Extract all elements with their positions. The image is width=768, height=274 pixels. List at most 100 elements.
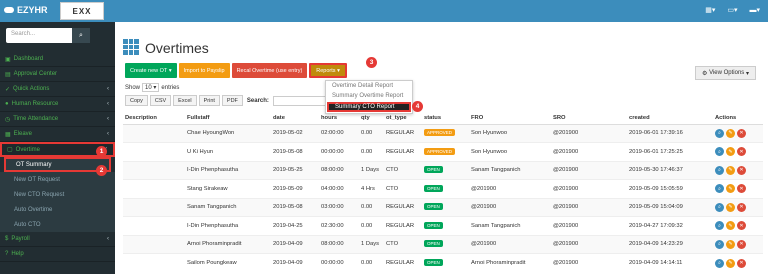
delete-icon[interactable]: ✕ (737, 202, 746, 212)
edit-icon[interactable]: ✎ (726, 165, 735, 175)
delete-icon[interactable]: ✕ (737, 239, 746, 249)
chevron-left-icon: ‹ (107, 101, 109, 107)
brand[interactable]: EZYHR (4, 5, 48, 15)
overtime-detail-report-item[interactable]: Overtime Detail Report (326, 81, 412, 91)
sidebar-item-help[interactable]: ? Help (0, 247, 115, 262)
cell-date: 2019-05-09 (271, 179, 319, 198)
edit-icon[interactable]: ✎ (726, 239, 735, 249)
cell-qty: 0.00 (359, 123, 384, 143)
view-icon[interactable]: ⌕ (715, 165, 724, 175)
sidebar-item-approval-center[interactable]: ▤ Approval Center (0, 67, 115, 82)
table-row: Sanam Tangpanich 2019-05-08 03:00:00 0.00 RE… (123, 197, 763, 217)
edit-icon[interactable]: ✎ (726, 202, 735, 212)
bolt-icon: ✓ (5, 86, 11, 93)
cell-ot-type: REGULAR (384, 216, 422, 235)
view-icon[interactable]: ⌕ (715, 221, 724, 231)
table-search-input[interactable] (272, 95, 333, 106)
copy-button[interactable]: Copy (125, 95, 148, 106)
sidebar-item-dashboard[interactable]: ▣ Dashboard (0, 52, 115, 67)
import-to-payslip-button[interactable]: Import to Payslip (178, 63, 230, 78)
sidebar-item-label: Overtime (15, 146, 41, 153)
sidebar-item-quick-actions[interactable]: ✓ Quick Actions ‹ (0, 82, 115, 97)
cell-sro: @201900 (551, 253, 627, 272)
cell-fro: Son Hyunwoo (469, 123, 551, 143)
pdf-button[interactable]: PDF (221, 95, 243, 106)
sidebar-item-time-attendance[interactable]: ◷ Time Attendance ‹ (0, 112, 115, 127)
cell-status: OPEN (422, 216, 469, 235)
csv-button[interactable]: CSV (149, 95, 172, 106)
cell-date: 2019-05-02 (271, 123, 319, 143)
sidebar-item-eleave[interactable]: ▦ Eleave ‹ (0, 127, 115, 142)
column-header[interactable]: Description (123, 112, 185, 125)
column-header[interactable]: created (627, 112, 713, 125)
summary-overtime-report-item[interactable]: Summary Overtime Report (326, 91, 412, 101)
view-icon[interactable]: ⌕ (715, 239, 724, 249)
cell-hours: 08:00:00 (319, 160, 359, 180)
edit-icon[interactable]: ✎ (726, 147, 735, 157)
check-icon: ▤ (5, 71, 11, 78)
delete-icon[interactable]: ✕ (737, 128, 746, 138)
chevron-left-icon: ‹ (107, 116, 109, 122)
sidebar-subitem-auto-cto[interactable]: Auto CTO (0, 217, 115, 232)
sidebar-subitem-ot-summary[interactable]: OT Summary (4, 157, 111, 172)
column-header[interactable]: qty (359, 112, 384, 125)
column-header[interactable]: status (422, 112, 469, 125)
sidebar-item-human-resource[interactable]: ● Human Resource ‹ (0, 97, 115, 112)
recal-overtime-button[interactable]: Recal Overtime (use entry) (231, 63, 308, 78)
edit-icon[interactable]: ✎ (726, 221, 735, 231)
delete-icon[interactable]: ✕ (737, 147, 746, 157)
view-options-button[interactable]: ⚙ View Options ▾ (695, 66, 756, 80)
sidebar-subitem-auto-overtime[interactable]: Auto Overtime (0, 202, 115, 217)
view-icon[interactable]: ⌕ (715, 147, 724, 157)
reports-button[interactable]: Reports ▾ (309, 63, 347, 78)
summary-cto-report-item[interactable]: Summary CTO Report (327, 102, 411, 112)
column-header[interactable]: Fullstaff (185, 112, 271, 125)
overtime-icon: ▢ (7, 147, 13, 153)
cell-date: 2019-05-08 (271, 142, 319, 161)
search-icon[interactable]: ⌕ (72, 28, 90, 43)
reports-dropdown: Overtime Detail Report Summary Overtime … (325, 80, 413, 114)
delete-icon[interactable]: ✕ (737, 258, 746, 268)
column-header[interactable]: FRO (469, 112, 551, 125)
length-selector: Show 10 ▾ entries (125, 83, 179, 92)
grid-icon[interactable]: ▦▾ (705, 6, 715, 14)
column-header[interactable]: SRO (551, 112, 627, 125)
cell-fullstaff: Stang Sirakeaw (185, 179, 271, 198)
sidebar-item-label: Eleave (13, 131, 33, 137)
sidebar-item-label: Approval Center (13, 71, 58, 77)
delete-icon[interactable]: ✕ (737, 184, 746, 194)
user-icon[interactable]: ▬▾ (749, 6, 760, 14)
sidebar-subitem-new-cto-request[interactable]: New CTO Request (0, 187, 115, 202)
chevron-left-icon: ‹ (107, 236, 109, 242)
cell-sro: @201900 (551, 234, 627, 254)
status-badge: APPROVED (424, 147, 456, 155)
cell-date: 2019-05-08 (271, 197, 319, 217)
create-new-ot-button[interactable]: Create new OT ▾ (125, 63, 177, 78)
delete-icon[interactable]: ✕ (737, 165, 746, 175)
edit-icon[interactable]: ✎ (726, 258, 735, 268)
step-marker-2: 2 (96, 165, 107, 176)
edit-icon[interactable]: ✎ (726, 184, 735, 194)
view-icon[interactable]: ⌕ (715, 128, 724, 138)
cell-description (123, 142, 185, 161)
cell-sro: @201900 (551, 216, 627, 235)
edit-icon[interactable]: ✎ (726, 128, 735, 138)
delete-icon[interactable]: ✕ (737, 221, 746, 231)
column-header[interactable]: ot_type (384, 112, 422, 125)
view-icon[interactable]: ⌕ (715, 202, 724, 212)
cell-actions: ⌕ ✎ ✕ (713, 123, 763, 143)
view-icon[interactable]: ⌕ (715, 184, 724, 194)
print-button[interactable]: Print (198, 95, 220, 106)
column-header[interactable]: date (271, 112, 319, 125)
step-marker-4: 4 (412, 101, 423, 112)
excel-button[interactable]: Excel (173, 95, 197, 106)
view-icon[interactable]: ⌕ (715, 258, 724, 268)
table-row: Arnoi Phoraminpradit 2019-04-09 08:00:00 1 … (123, 234, 763, 254)
entries-select[interactable]: 10 ▾ (142, 83, 160, 92)
table-row: Sailom Poungkeaw 2019-04-09 00:00:00 0.00 RE… (123, 253, 763, 272)
column-header[interactable]: hours (319, 112, 359, 125)
sidebar-item-payroll[interactable]: $ Payroll ‹ (0, 232, 115, 247)
cell-actions: ⌕ ✎ ✕ (713, 142, 763, 161)
table-row: U Ki Hyun 2019-05-08 00:00:00 0.00 REGULAR AP… (123, 142, 763, 161)
calendar-icon[interactable]: ▭▾ (727, 6, 737, 14)
